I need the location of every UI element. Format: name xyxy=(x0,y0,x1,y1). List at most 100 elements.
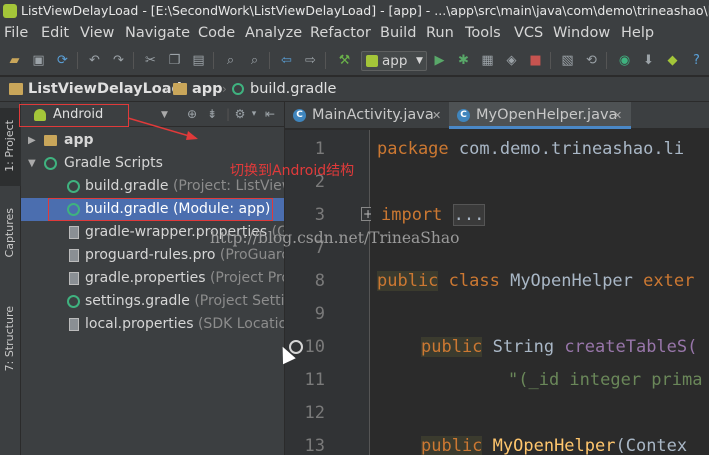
menu-file[interactable]: File xyxy=(4,22,28,45)
menu-run[interactable]: Run xyxy=(426,22,454,45)
window-title-bar: ListViewDelayLoad - [E:\SecondWork\ListV… xyxy=(0,0,709,22)
sdk-manager-icon[interactable]: ⬇ xyxy=(641,53,656,68)
paste-icon[interactable]: ▤ xyxy=(191,53,206,68)
run-icon[interactable]: ▶ xyxy=(432,53,447,68)
menu-code[interactable]: Code xyxy=(198,22,235,45)
code-field: createTableS( xyxy=(554,337,698,357)
redo-icon[interactable]: ↷ xyxy=(111,53,126,68)
folded-code[interactable]: ... xyxy=(452,204,486,226)
menu-bar: File Edit View Navigate Code Analyze Ref… xyxy=(0,22,709,45)
replace-icon[interactable]: ⌕ xyxy=(247,53,262,68)
code-keyword: exter xyxy=(632,271,695,291)
tree-item-label: local.properties xyxy=(85,316,194,332)
coverage-icon[interactable]: ▦ xyxy=(480,53,495,68)
tab-structure-label: 7: Structure xyxy=(3,306,16,372)
code-keyword: import xyxy=(381,205,443,225)
menu-window[interactable]: Window xyxy=(553,22,610,45)
tree-item-app[interactable]: ▶ app xyxy=(21,129,284,152)
breadcrumb: ListViewDelayLoad › app › build.gradle xyxy=(0,77,709,102)
undo-icon[interactable]: ↶ xyxy=(87,53,102,68)
tree-item-hint: (Project Pro xyxy=(205,270,284,286)
toolbar-divider xyxy=(213,52,214,69)
folder-icon xyxy=(9,83,23,95)
debug-icon[interactable]: ✱ xyxy=(456,53,471,68)
code-text: String xyxy=(482,337,555,357)
tree-item-text: proguard-rules.pro (ProGuard xyxy=(85,244,284,267)
tab-label: MainActivity.java xyxy=(312,107,434,123)
attach-debugger-icon[interactable]: ◈ xyxy=(504,53,519,68)
find-icon[interactable]: ⌕ xyxy=(223,53,238,68)
close-icon[interactable]: ✕ xyxy=(432,102,441,129)
java-class-icon: C xyxy=(293,109,306,122)
sync-icon[interactable]: ⟳ xyxy=(55,53,70,68)
code-line: public class MyOpenHelper exter xyxy=(377,271,694,291)
code-text: com.demo.trineashao.li xyxy=(448,139,685,159)
breadcrumb-project[interactable]: ListViewDelayLoad xyxy=(28,77,182,102)
scroll-from-source-icon[interactable]: ⊕ xyxy=(185,107,199,121)
tree-item-label: Gradle Scripts xyxy=(64,155,163,171)
menu-build[interactable]: Build xyxy=(380,22,416,45)
gear-chevron-icon[interactable]: ▾ xyxy=(247,107,261,121)
tree-item-proguard-rules[interactable]: proguard-rules.pro (ProGuard xyxy=(21,244,284,267)
code-keyword: package xyxy=(377,139,449,159)
avd-manager-icon[interactable]: ◉ xyxy=(617,53,632,68)
menu-vcs[interactable]: VCS xyxy=(514,22,543,45)
toolbar-divider xyxy=(77,52,78,69)
code-keyword: public xyxy=(377,271,439,291)
menu-view[interactable]: View xyxy=(80,22,114,45)
android-studio-icon xyxy=(3,4,17,18)
save-icon[interactable]: ▣ xyxy=(31,53,46,68)
tab-label: MyOpenHelper.java xyxy=(476,107,618,123)
menu-tools[interactable]: Tools xyxy=(465,22,501,45)
line-number: 11 xyxy=(304,370,325,390)
gradle-sync-icon[interactable]: ⟲ xyxy=(584,53,599,68)
tab-project[interactable]: 1: Project xyxy=(0,108,21,186)
collapse-arrow-icon[interactable]: ▼ xyxy=(28,152,36,175)
menu-refactor[interactable]: Refactor xyxy=(310,22,371,45)
copy-icon[interactable]: ❐ xyxy=(167,53,182,68)
tree-item-local-properties[interactable]: local.properties (SDK Location xyxy=(21,313,284,336)
run-configuration-select[interactable]: app ▼ xyxy=(361,51,427,71)
menu-edit[interactable]: Edit xyxy=(41,22,69,45)
help-icon[interactable]: ? xyxy=(689,53,704,68)
expand-arrow-icon[interactable]: ▶ xyxy=(28,129,36,152)
main-toolbar: ▰ ▣ ⟳ ↶ ↷ ✂ ❐ ▤ ⌕ ⌕ ⇦ ⇨ ⚒ ▶ ✱ ▦ ◈ ■ ▧ ⟲ … xyxy=(0,45,709,76)
open-folder-icon[interactable]: ▰ xyxy=(7,53,22,68)
tab-structure[interactable]: 7: Structure xyxy=(0,302,21,388)
project-structure-icon[interactable]: ▧ xyxy=(560,53,575,68)
stop-icon[interactable]: ■ xyxy=(528,53,543,68)
code-line: public String createTableS( xyxy=(421,337,697,357)
close-icon[interactable]: ✕ xyxy=(613,102,622,129)
breadcrumb-separator-icon: › xyxy=(164,82,169,96)
code-function: MyOpenHelper xyxy=(482,436,616,455)
hide-panel-icon[interactable]: ⇤ xyxy=(263,107,277,121)
menu-help[interactable]: Help xyxy=(621,22,654,45)
make-hammer-icon[interactable]: ⚒ xyxy=(337,53,352,68)
tab-my-open-helper[interactable]: C MyOpenHelper.java ✕ xyxy=(449,102,631,129)
code-editor[interactable]: package com.demo.trineashao.li import ..… xyxy=(371,130,709,455)
tree-item-hint: (SDK Location xyxy=(197,316,284,332)
tree-item-settings-gradle[interactable]: settings.gradle (Project Settin xyxy=(21,290,284,313)
line-number: 3 xyxy=(314,205,325,225)
tree-item-text: settings.gradle (Project Settin xyxy=(85,290,284,313)
chevron-down-icon: ▼ xyxy=(161,110,168,120)
breadcrumb-module[interactable]: app xyxy=(192,77,223,102)
menu-navigate[interactable]: Navigate xyxy=(125,22,190,45)
tab-main-activity[interactable]: C MainActivity.java ✕ xyxy=(285,102,447,129)
android-monitor-icon[interactable]: ◆ xyxy=(665,53,680,68)
breadcrumb-separator-icon: › xyxy=(222,82,227,96)
collapse-all-icon[interactable]: ⇟ xyxy=(205,107,219,121)
editor-tab-bar: C MainActivity.java ✕ C MyOpenHelper.jav… xyxy=(285,102,709,129)
gear-icon[interactable]: ⚙ xyxy=(233,107,247,121)
android-module-icon xyxy=(366,55,378,67)
cut-icon[interactable]: ✂ xyxy=(143,53,158,68)
tree-item-text: local.properties (SDK Location xyxy=(85,313,284,336)
tab-captures[interactable]: Captures xyxy=(0,204,21,264)
breadcrumb-file[interactable]: build.gradle xyxy=(250,77,336,102)
back-icon[interactable]: ⇦ xyxy=(279,53,294,68)
forward-icon[interactable]: ⇨ xyxy=(303,53,318,68)
gradle-file-icon xyxy=(67,180,80,193)
menu-analyze[interactable]: Analyze xyxy=(245,22,302,45)
annotation-highlight-box xyxy=(48,198,273,221)
tree-item-gradle-properties[interactable]: gradle.properties (Project Pro xyxy=(21,267,284,290)
